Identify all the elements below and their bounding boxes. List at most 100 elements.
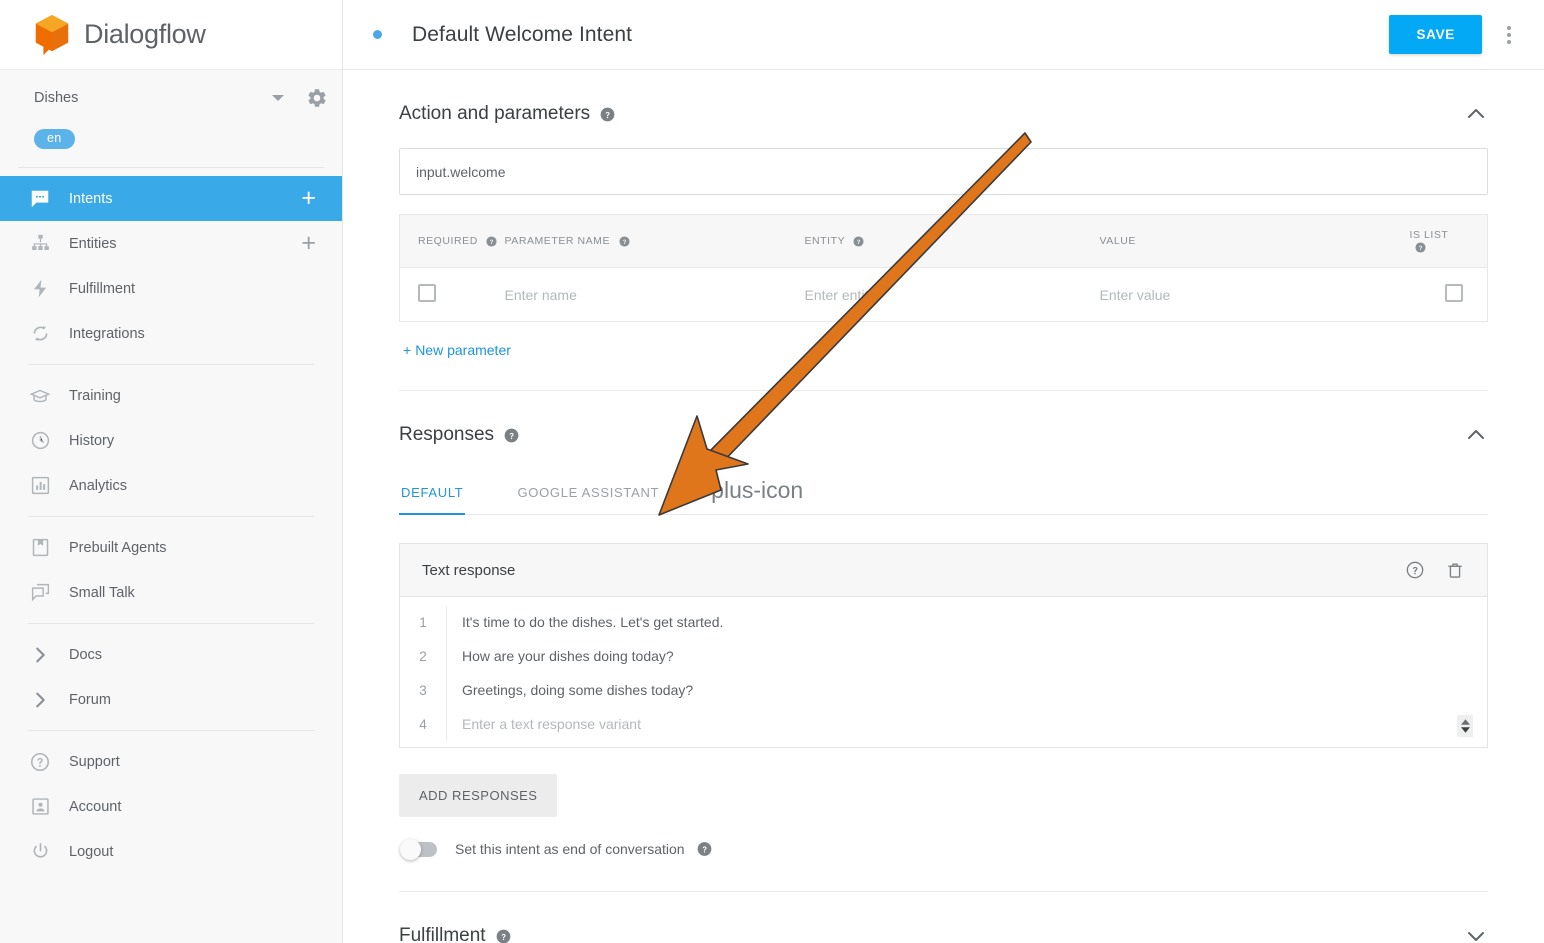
help-icon[interactable] bbox=[619, 236, 630, 247]
variant-text[interactable]: Greetings, doing some dishes today? bbox=[446, 673, 1487, 707]
sidebar-item-integrations[interactable]: Integrations bbox=[0, 311, 342, 356]
column-header-entity: ENTITY bbox=[805, 215, 1100, 268]
variant-input[interactable]: Enter a text response variant bbox=[446, 707, 1487, 741]
language-badge[interactable]: en bbox=[34, 129, 75, 149]
list-item: 2 How are your dishes doing today? bbox=[400, 639, 1487, 673]
chevron-up-icon[interactable] bbox=[1464, 102, 1488, 126]
agent-selector[interactable]: Dishes bbox=[0, 76, 342, 120]
value-cell[interactable]: Enter value bbox=[1100, 268, 1410, 322]
tab-default[interactable]: DEFAULT bbox=[399, 475, 465, 514]
sidebar-item-logout[interactable]: Logout bbox=[0, 829, 342, 874]
entity-cell[interactable]: Enter entity bbox=[805, 268, 1100, 322]
sidebar-nav: Intents + Entities + bbox=[0, 176, 342, 874]
help-icon[interactable] bbox=[1415, 242, 1426, 253]
section-title: Responses bbox=[399, 424, 494, 446]
help-icon[interactable] bbox=[486, 236, 497, 247]
main-panel: Default Welcome Intent SAVE Action and p… bbox=[343, 0, 1544, 943]
save-button[interactable]: SAVE bbox=[1389, 15, 1482, 54]
end-of-conversation-toggle[interactable] bbox=[401, 842, 437, 857]
help-icon[interactable] bbox=[697, 841, 712, 857]
kebab-menu-icon[interactable] bbox=[1496, 26, 1522, 44]
sidebar-item-intents[interactable]: Intents + bbox=[0, 176, 342, 221]
variant-number: 1 bbox=[400, 615, 446, 630]
section-title: Action and parameters bbox=[399, 103, 590, 125]
sidebar-item-docs[interactable]: Docs bbox=[0, 632, 342, 677]
agent-name: Dishes bbox=[34, 90, 272, 106]
chat-bubble-icon bbox=[28, 187, 52, 211]
section-header: Fulfillment bbox=[399, 892, 1488, 943]
sidebar-item-support[interactable]: Support bbox=[0, 739, 342, 784]
sidebar-item-account[interactable]: Account bbox=[0, 784, 342, 829]
table-header-row: REQUIRED PARAMETER NAME bbox=[400, 215, 1488, 268]
responses-section: Responses DEFAULT GOOGLE ASSISTANT plus-… bbox=[399, 391, 1488, 892]
sidebar-item-small-talk[interactable]: Small Talk bbox=[0, 570, 342, 615]
sitemap-icon bbox=[28, 232, 52, 256]
sidebar-item-label: Account bbox=[69, 799, 121, 815]
variant-number: 3 bbox=[400, 683, 446, 698]
plus-icon: + bbox=[403, 342, 411, 358]
sidebar: Dialogflow Dishes en plus-icon bbox=[0, 0, 343, 943]
sidebar-item-label: Prebuilt Agents bbox=[69, 540, 167, 556]
help-icon[interactable] bbox=[496, 929, 511, 943]
bar-chart-icon bbox=[28, 474, 52, 498]
variant-text[interactable]: How are your dishes doing today? bbox=[446, 639, 1487, 673]
sidebar-item-forum[interactable]: Forum bbox=[0, 677, 342, 722]
chevron-down-icon[interactable] bbox=[272, 95, 284, 101]
help-icon[interactable] bbox=[600, 107, 615, 122]
is-list-checkbox[interactable] bbox=[1445, 284, 1463, 302]
fulfillment-section: Fulfillment bbox=[399, 892, 1488, 943]
brand-name: Dialogflow bbox=[84, 19, 206, 50]
section-header: Action and parameters bbox=[399, 70, 1488, 148]
book-icon bbox=[28, 536, 52, 560]
sidebar-item-label: Integrations bbox=[69, 326, 145, 342]
list-item: 3 Greetings, doing some dishes today? bbox=[400, 673, 1487, 707]
power-icon bbox=[28, 840, 52, 864]
help-icon[interactable] bbox=[853, 236, 864, 247]
variant-number: 4 bbox=[400, 717, 446, 732]
sidebar-item-history[interactable]: History bbox=[0, 418, 342, 463]
add-intent-button[interactable]: + bbox=[301, 186, 316, 211]
new-parameter-button[interactable]: +New parameter bbox=[399, 322, 511, 390]
action-input[interactable] bbox=[399, 148, 1488, 195]
required-checkbox[interactable] bbox=[418, 284, 436, 302]
section-title: Fulfillment bbox=[399, 925, 486, 943]
variant-number: 2 bbox=[400, 649, 446, 664]
sidebar-item-prebuilt-agents[interactable]: Prebuilt Agents bbox=[0, 525, 342, 570]
stepper-updown-icon[interactable] bbox=[1457, 715, 1473, 737]
sidebar-item-label: Logout bbox=[69, 844, 113, 860]
clock-icon bbox=[28, 429, 52, 453]
variant-text[interactable]: It's time to do the dishes. Let's get st… bbox=[446, 605, 1487, 639]
sync-arrows-icon bbox=[28, 322, 52, 346]
parameter-name-cell[interactable]: Enter name bbox=[505, 268, 805, 322]
chevron-up-icon[interactable] bbox=[1464, 423, 1488, 447]
column-header-required: REQUIRED bbox=[400, 215, 505, 268]
help-circle-icon[interactable] bbox=[1405, 560, 1425, 580]
divider bbox=[28, 623, 314, 624]
add-response-tab-icon[interactable]: plus-icon bbox=[711, 479, 803, 514]
sidebar-item-label: Analytics bbox=[69, 478, 127, 494]
divider bbox=[28, 516, 314, 517]
sidebar-item-label: Support bbox=[69, 754, 120, 770]
sidebar-item-analytics[interactable]: Analytics bbox=[0, 463, 342, 508]
status-dot bbox=[373, 30, 382, 39]
parameters-table: REQUIRED PARAMETER NAME bbox=[399, 214, 1488, 322]
add-entity-button[interactable]: + bbox=[301, 231, 316, 256]
dialogflow-cube-icon bbox=[32, 13, 72, 57]
column-header-parameter-name: PARAMETER NAME bbox=[505, 215, 805, 268]
account-box-icon bbox=[28, 795, 52, 819]
divider bbox=[28, 364, 314, 365]
sidebar-item-training[interactable]: Training bbox=[0, 373, 342, 418]
add-responses-button[interactable]: ADD RESPONSES bbox=[399, 774, 557, 817]
sidebar-item-label: Training bbox=[69, 388, 121, 404]
card-title: Text response bbox=[422, 562, 1385, 579]
chevron-down-icon[interactable] bbox=[1464, 924, 1488, 943]
tab-google-assistant[interactable]: GOOGLE ASSISTANT bbox=[515, 475, 661, 514]
trash-icon[interactable] bbox=[1445, 560, 1465, 580]
sidebar-item-label: Intents bbox=[69, 191, 113, 207]
help-icon[interactable] bbox=[504, 428, 519, 443]
gear-icon[interactable] bbox=[306, 87, 328, 109]
sidebar-item-fulfillment[interactable]: Fulfillment bbox=[0, 266, 342, 311]
text-response-card: Text response 1 It's tim bbox=[399, 543, 1488, 748]
sidebar-item-label: Fulfillment bbox=[69, 281, 135, 297]
sidebar-item-entities[interactable]: Entities + bbox=[0, 221, 342, 266]
